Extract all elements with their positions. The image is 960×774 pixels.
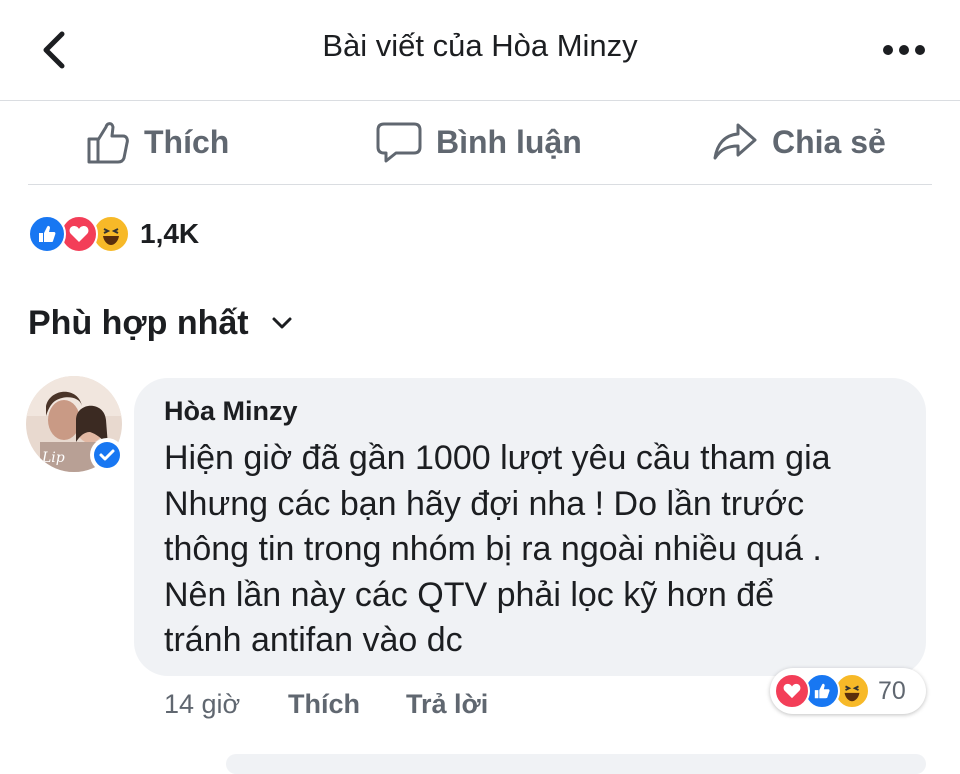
next-reply-bubble	[226, 754, 926, 774]
comment-text: Hiện giờ đã gần 1000 lượt yêu cầu tham g…	[164, 436, 914, 664]
like-label: Thích	[144, 123, 230, 160]
reaction-count: 1,4K	[140, 218, 200, 249]
comment-line: thông tin trong nhóm bị ra ngoài nhiều q…	[164, 530, 822, 568]
comment-timestamp: 14 giờ	[164, 688, 241, 719]
comment-bubble-icon	[376, 122, 422, 163]
sort-label: Phù hợp nhất	[28, 303, 249, 342]
comment-bubble: Hòa Minzy Hiện giờ đã gần 1000 lượt yêu …	[134, 378, 926, 676]
comment-line: Nên lần này các QTV phải lọc kỹ hơn để	[164, 575, 775, 614]
comment-label: Bình luận	[436, 123, 582, 160]
post-action-bar: Thích Bình luận Chia sẻ	[28, 102, 932, 185]
reaction-summary[interactable]: 1,4K	[28, 210, 199, 258]
comment-reaction-count: 70	[878, 676, 906, 705]
comment-like-button[interactable]: Thích	[288, 684, 360, 724]
more-options-button[interactable]	[882, 38, 926, 62]
svg-text:Lip: Lip	[41, 450, 65, 466]
comment-sort-dropdown[interactable]: Phù hợp nhất	[28, 298, 293, 348]
thumbs-up-icon	[87, 122, 129, 164]
share-button[interactable]: Chia sẻ	[712, 118, 886, 166]
comment-line: Hiện giờ đã gần 1000 lượt yêu cầu tham g…	[164, 439, 831, 477]
comment-reactions[interactable]: 70	[770, 668, 926, 714]
share-label: Chia sẻ	[772, 123, 886, 160]
comment-line: Nhưng các bạn hãy đợi nha ! Do lần trước	[164, 484, 805, 523]
like-button[interactable]: Thích	[86, 118, 229, 166]
share-arrow-icon	[713, 123, 757, 160]
page-title: Bài viết của Hòa Minzy	[322, 28, 638, 63]
top-bar: Bài viết của Hòa Minzy	[0, 0, 960, 101]
comment-author[interactable]: Hòa Minzy	[164, 396, 298, 427]
comment-button[interactable]: Bình luận	[376, 118, 582, 166]
love-icon	[774, 673, 810, 709]
verified-badge	[90, 438, 124, 472]
verified-check-icon	[94, 442, 120, 468]
comment-reply-button[interactable]: Trả lời	[406, 684, 488, 724]
chevron-down-icon	[272, 317, 292, 329]
more-dots-icon	[883, 45, 925, 55]
comment-line: tránh antifan vào dc	[164, 621, 463, 659]
like-icon	[28, 215, 66, 253]
